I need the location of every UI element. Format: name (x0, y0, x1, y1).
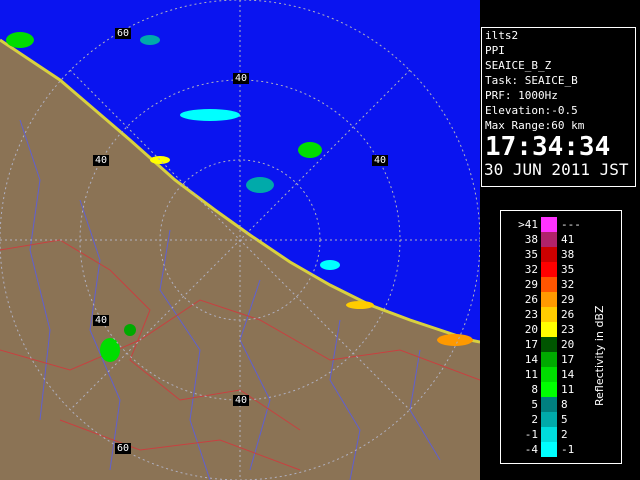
scale-lower-value: 2 (531, 413, 538, 426)
radar-ppi-view[interactable]: 40 60 40 40 40 60 40 (0, 0, 480, 480)
scale-swatch (541, 247, 557, 262)
scale-lower-value: 32 (524, 263, 538, 276)
scale-lower-value: 11 (524, 368, 538, 381)
scale-swatch (541, 262, 557, 277)
max-range-value: Max Range:60 km (485, 119, 585, 132)
scale-swatch (541, 382, 557, 397)
scale-upper-value: 26 (561, 308, 575, 321)
scale-upper-value: 11 (561, 383, 575, 396)
scale-upper-value: --- (561, 218, 581, 231)
scale-swatch (541, 232, 557, 247)
range-label-40-left: 40 (93, 155, 110, 166)
scale-lower-value: 8 (531, 383, 538, 396)
scale-lower-value: >41 (518, 218, 538, 231)
scale-swatch (541, 412, 557, 427)
scale-upper-value: 38 (561, 248, 575, 261)
scale-upper-value: 20 (561, 338, 575, 351)
scale-row: 58 (501, 397, 601, 412)
scale-unit-label: Reflectivity in dBZ (593, 305, 606, 406)
scale-row: 14 17 (501, 352, 601, 367)
scale-upper-value: 14 (561, 368, 575, 381)
scale-row: -4 -1 (501, 442, 601, 457)
site-name: ilts2 (485, 29, 519, 42)
reflectivity-color-scale: >41 --- 38 41 35 38 32 35 29 32 26 29 23 26 20 23 17 20 14… (500, 210, 622, 464)
scale-upper-value: 29 (561, 293, 575, 306)
scale-swatch (541, 352, 557, 367)
scale-swatch (541, 322, 557, 337)
radar-map (0, 0, 480, 480)
scale-upper-value: 41 (561, 233, 575, 246)
scale-swatch (541, 337, 557, 352)
scale-lower-value: 38 (524, 233, 538, 246)
scale-swatch (541, 427, 557, 442)
range-label-40-right: 40 (372, 155, 389, 166)
task-name: Task: SEAICE_B (485, 74, 578, 87)
scale-lower-value: 17 (524, 338, 538, 351)
scan-time: 17:34:34 (485, 132, 611, 162)
scale-row: 8 11 (501, 382, 601, 397)
scale-upper-value: 23 (561, 323, 575, 336)
scale-row: 29 32 (501, 277, 601, 292)
scale-row: 17 20 (501, 337, 601, 352)
radar-info-panel: ilts2 PPI SEAICE_B_Z Task: SEAICE_B PRF:… (481, 27, 636, 187)
scale-row: >41 --- (501, 217, 601, 232)
scale-row: 26 29 (501, 292, 601, 307)
scale-upper-value: 2 (561, 428, 568, 441)
scale-row: 23 26 (501, 307, 601, 322)
scale-lower-value: 29 (524, 278, 538, 291)
scale-upper-value: 32 (561, 278, 575, 291)
scale-swatch (541, 397, 557, 412)
scale-swatch (541, 292, 557, 307)
scale-row: 20 23 (501, 322, 601, 337)
scale-lower-value: -1 (524, 428, 538, 441)
range-label-40-lower-left: 40 (93, 315, 110, 326)
scan-mode: PPI (485, 44, 505, 57)
scale-swatch (541, 367, 557, 382)
scale-row: -1 2 (501, 427, 601, 442)
scale-swatch (541, 277, 557, 292)
scale-upper-value: 17 (561, 353, 575, 366)
range-label-40-bottom: 40 (233, 395, 250, 406)
scale-lower-value: 23 (524, 308, 538, 321)
scale-row: 11 14 (501, 367, 601, 382)
scale-swatch (541, 217, 557, 232)
scale-lower-value: 5 (531, 398, 538, 411)
scale-lower-value: 14 (524, 353, 538, 366)
scale-lower-value: 35 (524, 248, 538, 261)
scale-lower-value: 20 (524, 323, 538, 336)
scale-row: 38 41 (501, 232, 601, 247)
scale-swatch (541, 442, 557, 457)
scale-upper-value: -1 (561, 443, 575, 456)
scale-upper-value: 8 (561, 398, 568, 411)
scan-date: 30 JUN 2011 JST (484, 160, 629, 179)
scale-lower-value: -4 (524, 443, 538, 456)
scale-lower-value: 26 (524, 293, 538, 306)
scale-swatch (541, 307, 557, 322)
range-label-40-top: 40 (233, 73, 250, 84)
prf-value: PRF: 1000Hz (485, 89, 558, 102)
scale-row: 25 (501, 412, 601, 427)
scale-row: 32 35 (501, 262, 601, 277)
scale-upper-value: 35 (561, 263, 575, 276)
scale-row: 35 38 (501, 247, 601, 262)
elevation-value: Elevation:-0.5 (485, 104, 578, 117)
range-label-60-bottom: 60 (115, 443, 132, 454)
range-label-60-top: 60 (115, 28, 132, 39)
product-name: SEAICE_B_Z (485, 59, 552, 72)
scale-upper-value: 5 (561, 413, 568, 426)
